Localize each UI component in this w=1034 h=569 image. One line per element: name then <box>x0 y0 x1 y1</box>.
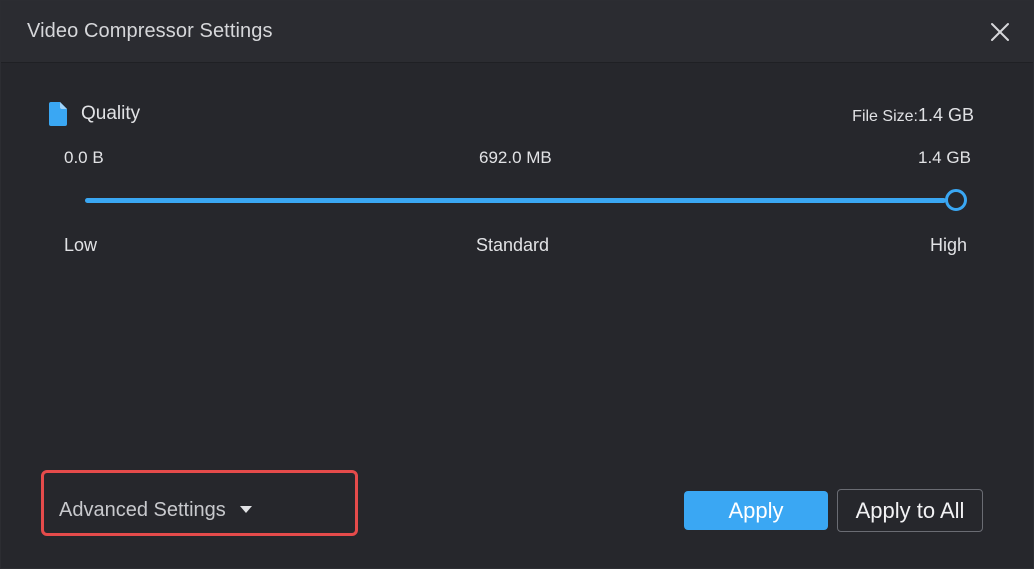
size-tick-mid: 692.0 MB <box>479 148 552 167</box>
file-size-value: 1.4 GB <box>917 105 974 125</box>
close-icon <box>991 23 1009 41</box>
title-bar: Video Compressor Settings <box>1 1 1033 63</box>
level-standard-label: Standard <box>476 235 550 255</box>
level-low-label: Low <box>64 235 98 255</box>
apply-button[interactable]: Apply <box>684 491 828 530</box>
close-button[interactable] <box>985 17 1015 47</box>
advanced-settings-label: Advanced Settings <box>59 499 226 521</box>
caret-down-icon <box>239 506 252 514</box>
advanced-settings-button[interactable]: Advanced Settings <box>59 499 252 525</box>
dialog-title: Video Compressor Settings <box>27 20 273 42</box>
quality-slider[interactable] <box>85 188 967 214</box>
quality-label: Quality <box>81 103 141 124</box>
size-tick-max: 1.4 GB <box>918 148 971 167</box>
slider-thumb[interactable] <box>945 189 967 211</box>
apply-to-all-button[interactable]: Apply to All <box>837 489 983 532</box>
file-size-readout: File Size:1.4 GB <box>852 105 974 126</box>
size-tick-min: 0.0 B <box>64 148 104 167</box>
file-size-label: File Size: <box>852 108 918 125</box>
video-compressor-dialog: Video Compressor Settings Quality File S… <box>0 0 1034 569</box>
level-high-label: High <box>930 235 968 255</box>
document-icon <box>49 102 67 126</box>
slider-fill <box>85 198 946 203</box>
